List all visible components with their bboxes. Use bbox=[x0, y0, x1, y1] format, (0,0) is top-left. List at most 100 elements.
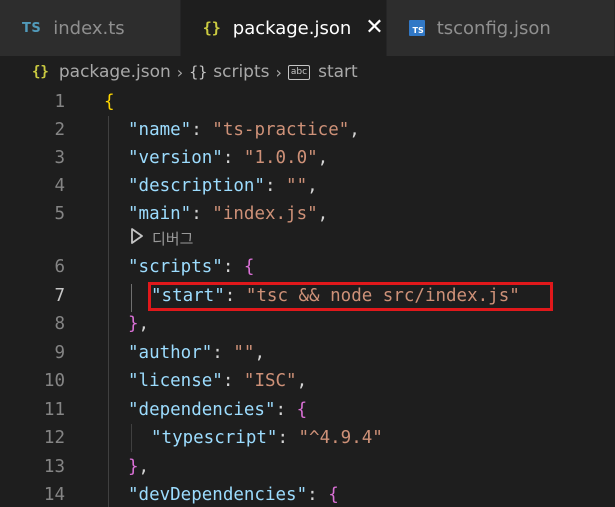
tab-tsconfig-json[interactable]: TS tsconfig.json bbox=[386, 0, 615, 56]
chevron-right-icon: › bbox=[275, 62, 282, 82]
code-text: "license": "ISC", bbox=[128, 367, 307, 395]
codelens-label: 디버그 bbox=[152, 229, 194, 248]
code-token: "scripts" bbox=[128, 257, 223, 277]
code-token: "devDependencies" bbox=[128, 485, 308, 505]
code-token: "main" bbox=[128, 204, 192, 224]
code-text: { bbox=[104, 88, 115, 116]
line-number: 14 bbox=[43, 485, 65, 505]
line-number: 11 bbox=[43, 400, 65, 420]
line-number: 7 bbox=[54, 286, 65, 306]
code-token: : bbox=[222, 148, 244, 168]
code-line[interactable]: 2 "name": "ts-practice", bbox=[0, 116, 615, 144]
line-number: 9 bbox=[54, 343, 65, 363]
code-line[interactable]: 13}, bbox=[0, 453, 615, 481]
indent-guide bbox=[131, 424, 132, 452]
code-token: : bbox=[222, 371, 244, 391]
line-number: 3 bbox=[54, 148, 65, 168]
line-number: 12 bbox=[43, 428, 65, 448]
close-icon[interactable]: ✕ bbox=[365, 17, 383, 39]
code-token: , bbox=[254, 343, 265, 363]
code-line[interactable]: 14 "devDependencies": { bbox=[0, 481, 615, 507]
code-text: "dependencies": { bbox=[128, 396, 307, 424]
tab-label: package.json bbox=[232, 17, 352, 39]
debug-codelens[interactable]: 디버그 bbox=[130, 227, 193, 249]
line-number: 13 bbox=[43, 457, 65, 477]
breadcrumb-item-file[interactable]: package.json bbox=[59, 62, 171, 82]
code-text: "version": "1.0.0", bbox=[128, 144, 328, 172]
code-editor[interactable]: 1{ 2 "name": "ts-practice", 3 "version": "1.… bbox=[0, 88, 615, 507]
typescript-config-file-icon: TS bbox=[408, 20, 425, 36]
code-text: "devDependencies": { bbox=[128, 481, 339, 507]
code-token: } bbox=[128, 457, 139, 477]
line-number: 10 bbox=[43, 371, 65, 391]
code-token: : bbox=[222, 257, 244, 277]
play-icon bbox=[130, 228, 144, 248]
code-token: "ts-practice" bbox=[212, 120, 350, 140]
code-token: : bbox=[212, 343, 234, 363]
code-token: "typescript" bbox=[151, 428, 278, 448]
code-token: , bbox=[296, 371, 308, 391]
tab-package-json[interactable]: {} package.json ✕ bbox=[180, 0, 387, 56]
tab-label: index.ts bbox=[53, 17, 125, 39]
line-number: 8 bbox=[54, 314, 65, 334]
code-token: "version" bbox=[128, 148, 223, 168]
string-icon: abc bbox=[287, 64, 311, 80]
highlight-annotation-box bbox=[148, 282, 553, 311]
code-token: : bbox=[191, 204, 213, 224]
code-line[interactable]: 3 "version": "1.0.0", bbox=[0, 144, 615, 172]
code-line[interactable]: 11 "dependencies": { bbox=[0, 396, 615, 424]
code-text: }, bbox=[128, 453, 149, 481]
code-token: "1.0.0" bbox=[243, 148, 318, 168]
code-token: : bbox=[307, 485, 329, 505]
code-token: "" bbox=[286, 176, 308, 196]
indent-guide bbox=[108, 116, 109, 507]
line-number: 2 bbox=[54, 120, 65, 140]
code-line[interactable]: 10 "license": "ISC", bbox=[0, 367, 615, 395]
json-file-icon: {} bbox=[202, 19, 221, 37]
chevron-right-icon: › bbox=[176, 62, 184, 82]
code-token: , bbox=[317, 148, 329, 168]
breadcrumb: {} package.json › {} scripts › abc start bbox=[0, 56, 615, 88]
code-line[interactable]: 8}, bbox=[0, 310, 615, 338]
code-text: "main": "index.js", bbox=[128, 200, 328, 228]
line-number: 6 bbox=[54, 257, 65, 277]
code-token: "dependencies" bbox=[128, 400, 276, 420]
code-token: "author" bbox=[128, 343, 213, 363]
breadcrumb-item-start[interactable]: start bbox=[318, 62, 358, 82]
code-line[interactable]: 4 "description": "", bbox=[0, 172, 615, 200]
code-text: "author": "", bbox=[128, 339, 265, 367]
code-text: }, bbox=[128, 310, 149, 338]
tab-label: tsconfig.json bbox=[436, 17, 551, 39]
code-token: { bbox=[296, 400, 308, 420]
tab-index-ts[interactable]: TS index.ts bbox=[0, 0, 181, 56]
code-line[interactable]: 5 "main": "index.js", bbox=[0, 200, 615, 228]
line-number: 5 bbox=[54, 204, 65, 224]
code-token: "name" bbox=[128, 120, 192, 140]
breadcrumb-item-scripts[interactable]: scripts bbox=[213, 62, 269, 82]
line-number: 4 bbox=[54, 176, 65, 196]
code-token: , bbox=[349, 120, 360, 140]
editor-tab-bar: TS index.ts {} package.json ✕ TS tsconfi… bbox=[0, 0, 615, 56]
json-file-icon: {} bbox=[32, 64, 49, 80]
code-token: { bbox=[243, 257, 255, 277]
code-line[interactable]: 12 "typescript": "^4.9.4" bbox=[0, 424, 615, 452]
code-line[interactable]: 1{ bbox=[0, 88, 615, 116]
code-token: "license" bbox=[128, 371, 223, 391]
code-token: "" bbox=[233, 343, 255, 363]
code-text: "name": "ts-practice", bbox=[128, 116, 360, 144]
code-text: "scripts": { bbox=[128, 253, 254, 281]
code-text: "typescript": "^4.9.4" bbox=[151, 424, 383, 452]
code-line[interactable]: 9 "author": "", bbox=[0, 339, 615, 367]
code-token: : bbox=[275, 400, 297, 420]
code-line[interactable]: 6 "scripts": { bbox=[0, 253, 615, 281]
code-token: "^4.9.4" bbox=[298, 428, 383, 448]
indent-guide-active bbox=[131, 284, 132, 312]
code-token: "index.js" bbox=[212, 204, 318, 224]
code-token: } bbox=[128, 314, 139, 334]
code-token: : bbox=[277, 428, 299, 448]
code-token: , bbox=[317, 204, 329, 224]
code-token: "ISC" bbox=[243, 371, 297, 391]
typescript-file-icon: TS bbox=[22, 20, 42, 36]
object-icon: {} bbox=[189, 63, 208, 81]
code-text: "description": "", bbox=[128, 172, 318, 200]
